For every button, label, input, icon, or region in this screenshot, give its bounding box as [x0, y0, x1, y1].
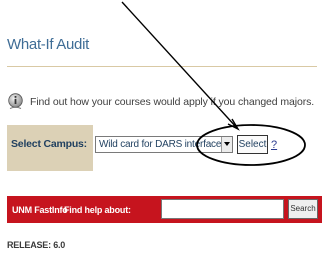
info-text: Find out how your courses would apply if… — [30, 96, 315, 108]
release-label: RELEASE: 6.0 — [7, 240, 66, 250]
select-button[interactable]: Select — [237, 135, 268, 154]
campus-label: Select Campus: — [11, 138, 87, 150]
campus-select-value: Wild card for DARS interface — [99, 139, 222, 150]
find-help-label: Find help about: — [64, 205, 131, 215]
help-link[interactable]: ? — [271, 139, 277, 151]
page-title: What-If Audit — [7, 36, 89, 53]
fastinfo-brand: UNM FastInfo — [12, 205, 68, 215]
title-divider — [7, 66, 317, 67]
chevron-down-icon[interactable] — [221, 137, 232, 152]
info-icon — [8, 93, 23, 109]
annotation-arrow — [121, 1, 238, 129]
annotation-arrowhead — [227, 118, 240, 131]
search-input[interactable] — [161, 199, 284, 219]
search-button[interactable]: Search — [288, 199, 318, 219]
